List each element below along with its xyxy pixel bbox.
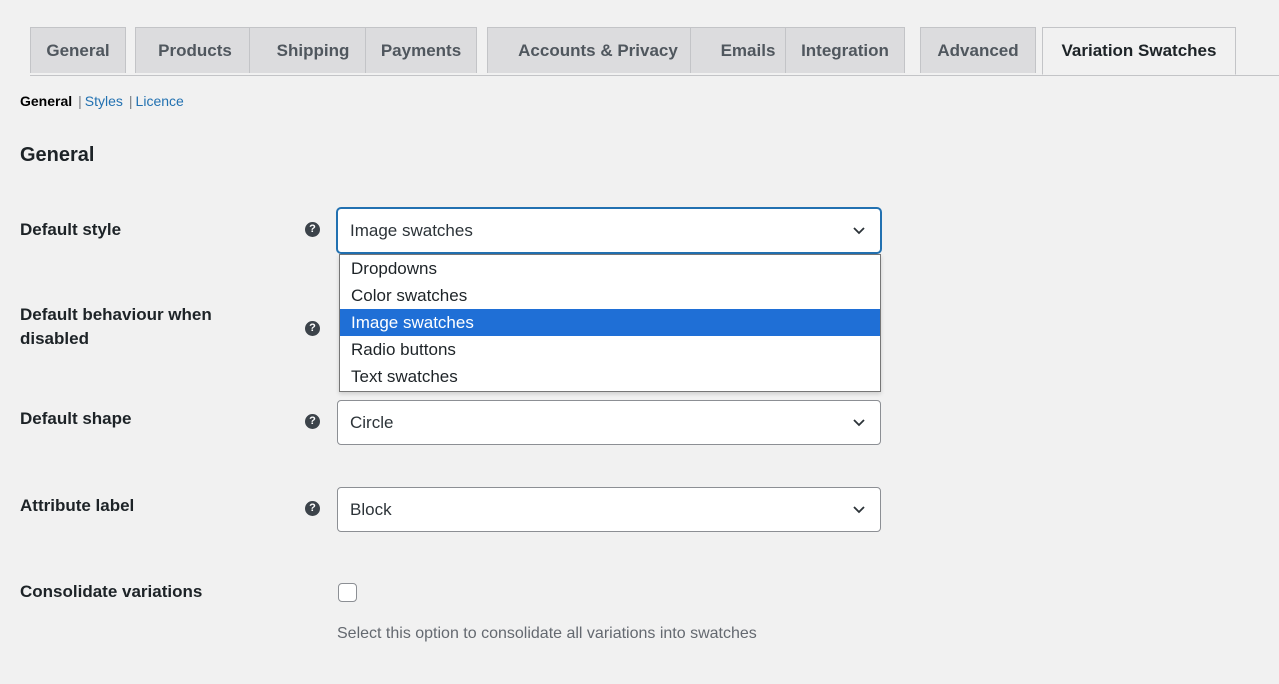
attribute-label-select[interactable]: Block: [337, 487, 881, 532]
default-shape-value: Circle: [350, 412, 394, 432]
default-style-label: Default style: [20, 220, 122, 239]
sub-navigation: General | Styles | Licence: [20, 93, 184, 109]
chevron-down-icon: [853, 506, 865, 514]
default-style-select[interactable]: Image swatches: [337, 208, 881, 253]
section-title: General: [20, 144, 95, 166]
help-icon[interactable]: ?: [305, 321, 320, 336]
chevron-down-icon: [853, 419, 865, 427]
subnav-separator: |: [128, 93, 133, 109]
option-radio-buttons[interactable]: Radio buttons: [340, 336, 880, 363]
tab-variation-swatches[interactable]: Variation Swatches: [1042, 27, 1236, 75]
default-style-dropdown-list: Dropdowns Color swatches Image swatches …: [339, 254, 881, 392]
option-dropdowns[interactable]: Dropdowns: [340, 255, 880, 282]
default-shape-select[interactable]: Circle: [337, 400, 881, 445]
help-icon[interactable]: ?: [305, 414, 320, 429]
subnav-link-licence[interactable]: Licence: [136, 93, 184, 109]
chevron-down-icon: [853, 227, 865, 235]
tab-integration[interactable]: Integration: [785, 27, 905, 73]
default-style-value: Image swatches: [350, 220, 473, 240]
help-icon[interactable]: ?: [305, 501, 320, 516]
option-text-swatches[interactable]: Text swatches: [340, 363, 880, 390]
default-behaviour-label: Default behaviour when disabled: [20, 303, 212, 351]
tab-payments[interactable]: Payments: [365, 27, 477, 73]
tab-advanced[interactable]: Advanced: [920, 27, 1036, 73]
option-image-swatches[interactable]: Image swatches: [340, 309, 880, 336]
consolidate-variations-description: Select this option to consolidate all va…: [337, 625, 757, 642]
tab-general[interactable]: General: [30, 27, 126, 73]
consolidate-variations-label: Consolidate variations: [20, 582, 203, 601]
attribute-label-label: Attribute label: [20, 496, 135, 515]
tab-shipping[interactable]: Shipping: [249, 27, 377, 73]
consolidate-variations-checkbox[interactable]: [338, 583, 357, 602]
subnav-current: General: [20, 93, 73, 109]
help-icon[interactable]: ?: [305, 222, 320, 237]
tab-accounts-privacy[interactable]: Accounts & Privacy: [487, 27, 709, 73]
settings-tabs: General Products Shipping Payments Accou…: [30, 27, 1279, 76]
tab-products[interactable]: Products: [135, 27, 255, 73]
subnav-link-styles[interactable]: Styles: [85, 93, 123, 109]
default-behaviour-label-line2: disabled: [20, 329, 89, 348]
option-color-swatches[interactable]: Color swatches: [340, 282, 880, 309]
subnav-separator: |: [78, 93, 82, 109]
default-shape-label: Default shape: [20, 409, 132, 428]
attribute-label-value: Block: [350, 499, 392, 519]
default-behaviour-label-line1: Default behaviour when: [20, 305, 212, 324]
